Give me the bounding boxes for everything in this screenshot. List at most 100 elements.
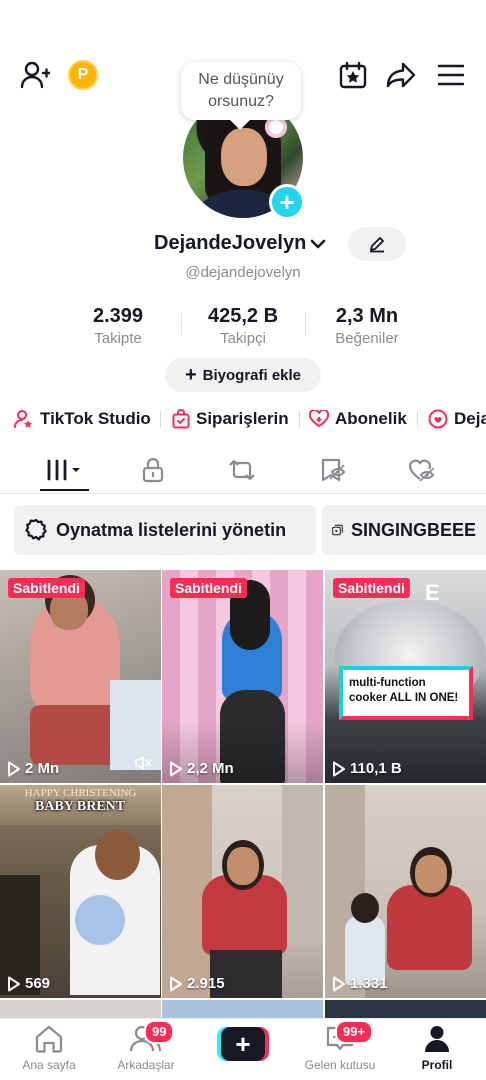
video-tile[interactable] [0, 1000, 161, 1018]
link-label: Deja [454, 409, 486, 428]
coin-icon[interactable]: P [68, 60, 98, 90]
heart-plus-icon [309, 410, 329, 428]
nav-label: Arkadaşlar [117, 1058, 175, 1072]
view-count: 569 [7, 975, 50, 992]
create-button[interactable]: + [217, 1027, 269, 1061]
tab-reposts[interactable] [212, 452, 272, 488]
content-tabs [0, 446, 486, 494]
plus-icon: + [184, 364, 197, 386]
view-count: 2 Mn [7, 760, 59, 777]
nav-home[interactable]: Ana sayfa [4, 1025, 94, 1072]
video-tile[interactable]: HAPPY CHRISTENING BABY BRENT 569 [0, 785, 161, 998]
playlist-chip-singingbeee[interactable]: SINGINGBEEE [322, 505, 486, 555]
plus-icon: + [221, 1027, 265, 1061]
nav-profile[interactable]: Profil [392, 1025, 482, 1072]
nav-label: Gelen kutusu [304, 1058, 376, 1072]
stat-value: 2,3 Mn [335, 305, 399, 327]
corner-letter: E [425, 580, 440, 605]
view-count-text: 2.915 [187, 975, 225, 992]
stat-label: Takipte [94, 330, 142, 347]
tab-liked[interactable] [392, 452, 452, 488]
note-line-2: orsunuz? [208, 93, 274, 110]
home-icon [35, 1025, 63, 1053]
play-icon [170, 761, 182, 776]
play-icon [170, 976, 182, 991]
pinned-badge: Sabitlendi [170, 578, 247, 598]
manage-playlists-button[interactable]: Oynatma listelerini yönetin [14, 505, 316, 555]
display-name[interactable]: DejandeJovelyn [154, 232, 326, 255]
coin-letter: P [68, 60, 98, 90]
stat-label: Beğeniler [335, 330, 399, 347]
friends-badge: 99 [144, 1020, 175, 1044]
note-line-1: Ne düşünüy [198, 71, 284, 88]
stat-value: 2.399 [92, 305, 144, 327]
stat-followers[interactable]: 425,2 B Takipçi [183, 305, 303, 347]
video-tile[interactable]: 2.915 [162, 785, 323, 998]
tab-private[interactable] [123, 452, 183, 488]
view-count-text: 110,1 B [350, 760, 402, 777]
nav-label: Ana sayfa [22, 1058, 76, 1072]
link-tiktok-studio[interactable]: TikTok Studio [14, 405, 151, 433]
display-name-text: DejandeJovelyn [154, 232, 307, 254]
link-label: Siparişlerin [196, 409, 289, 428]
tab-videos[interactable] [35, 452, 95, 488]
overlay-line-1: HAPPY CHRISTENING [24, 787, 137, 799]
lock-icon [142, 457, 164, 483]
link-label: Abonelik [335, 409, 407, 428]
video-tile[interactable]: E multi-function cooker ALL IN ONE! Sabi… [325, 570, 486, 783]
muted-icon [135, 755, 153, 776]
overlay-caption: multi-function cooker ALL IN ONE! [339, 666, 473, 720]
overlay-line-2: BABY BRENT [35, 799, 126, 814]
link-subscription[interactable]: Abonelik [309, 405, 407, 433]
chip-label: Oynatma listelerini yönetin [56, 519, 287, 540]
active-tab-indicator [40, 489, 89, 491]
share-icon[interactable] [385, 59, 417, 91]
handle: @dejandejovelyn [185, 264, 301, 281]
videos-grid-icon [47, 459, 80, 481]
stat-likes[interactable]: 2,3 Mn Beğeniler [307, 305, 427, 347]
profile-screen: P Ne düşünüy orsunuz? + DejandeJovelyn @… [0, 0, 486, 1080]
video-tile[interactable]: Sabitlendi 2,2 Mn [162, 570, 323, 783]
play-icon [8, 761, 20, 776]
link-orders[interactable]: Siparişlerin [172, 405, 289, 433]
link-label: TikTok Studio [40, 409, 151, 428]
video-tile[interactable] [325, 1000, 486, 1018]
gear-icon [25, 518, 47, 541]
tab-favorites[interactable] [302, 452, 362, 488]
view-count: 110,1 B [332, 760, 402, 777]
repost-icon [229, 459, 255, 481]
view-count-text: 2,2 Mn [187, 760, 234, 777]
stat-value: 425,2 B [207, 305, 279, 327]
link-deja[interactable]: Deja [428, 405, 486, 433]
view-count-text: 2 Mn [25, 760, 60, 777]
stat-following[interactable]: 2.399 Takipte [58, 305, 178, 347]
favorites-icon [321, 458, 345, 482]
inbox-badge: 99+ [335, 1020, 374, 1044]
person-star-icon [14, 410, 32, 428]
view-count-text: 569 [25, 975, 51, 992]
note-bubble[interactable]: Ne düşünüy orsunuz? [181, 62, 301, 120]
video-tile[interactable]: Sabitlendi 2 Mn [0, 570, 161, 783]
add-bio-button[interactable]: + Biyografi ekle [165, 358, 321, 392]
play-icon [8, 976, 20, 991]
nav-label: Profil [421, 1058, 453, 1072]
chevron-down-icon [310, 239, 326, 248]
play-icon [333, 976, 345, 991]
smile-heart-icon [428, 409, 448, 429]
view-count: 1.331 [332, 975, 388, 992]
pinned-badge: Sabitlendi [333, 578, 410, 598]
menu-icon[interactable] [436, 61, 466, 89]
calendar-star-icon[interactable] [337, 59, 369, 91]
view-count: 2.915 [169, 975, 225, 992]
profile-icon [425, 1026, 449, 1052]
chip-label: SINGINGBEEE [350, 519, 476, 540]
video-tile[interactable]: 1.331 [325, 785, 486, 998]
liked-icon [408, 459, 435, 482]
edit-profile-button[interactable] [348, 227, 406, 261]
play-icon [333, 761, 345, 776]
add-friend-icon[interactable] [18, 59, 52, 91]
pinned-badge: Sabitlendi [8, 578, 85, 598]
pencil-icon [370, 237, 384, 253]
video-tile[interactable] [162, 1000, 323, 1018]
add-story-button[interactable]: + [269, 184, 305, 220]
